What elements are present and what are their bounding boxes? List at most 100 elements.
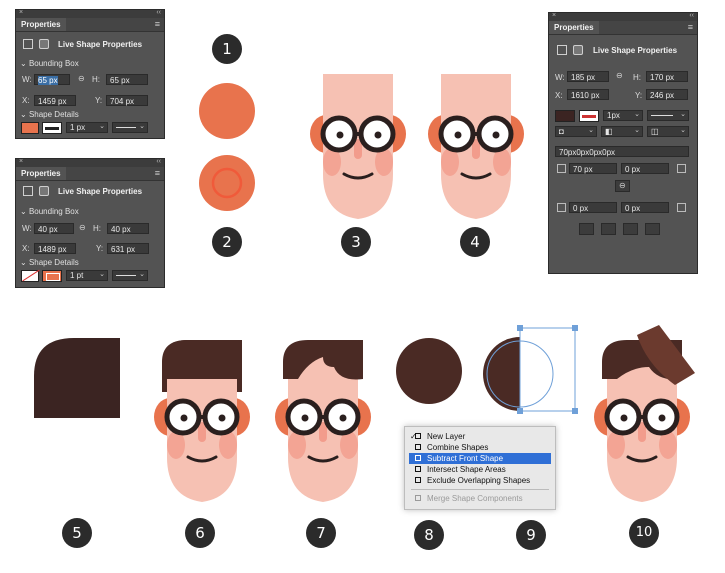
width-field[interactable]: 40 px [34, 223, 74, 234]
panel-menu-icon[interactable]: ≡ [155, 168, 160, 178]
collapse-icon[interactable]: ‹‹ [156, 9, 161, 16]
corner-tl-field[interactable]: 70 px [569, 163, 617, 174]
stroke-width-dropdown[interactable]: 1 px ⌄ [66, 122, 108, 133]
corner-bl-icon[interactable] [557, 203, 566, 212]
stroke-align-dropdown[interactable]: ◘ ⌄ [555, 126, 597, 137]
menu-item-new-layer[interactable]: ✓ New Layer [409, 431, 551, 442]
panel-menu-icon[interactable]: ≡ [688, 22, 693, 32]
x-label: X: [22, 96, 30, 105]
exclude-shapes-button[interactable] [645, 223, 660, 235]
shape-details-section[interactable]: ⌄ Shape Details [20, 110, 79, 119]
subtract-shapes-button[interactable] [601, 223, 616, 235]
chevron-down-icon: ⌄ [99, 123, 105, 130]
h-label: H: [633, 73, 641, 82]
step-badge-8: 8 [414, 520, 444, 550]
panel-heading: Live Shape Properties [593, 46, 678, 55]
chevron-down-icon: ⌄ [588, 127, 594, 134]
stroke-style-dropdown[interactable]: ⌄ [647, 110, 689, 121]
corner-br-icon[interactable] [677, 203, 686, 212]
fill-swatch[interactable] [21, 122, 39, 134]
orange-ring-circle-illustration [199, 155, 255, 211]
step-badge-9: 9 [516, 520, 546, 550]
corner-tl-icon[interactable] [557, 164, 566, 173]
width-field[interactable]: 65 px [34, 74, 70, 85]
transform-icon[interactable] [23, 186, 33, 196]
link-icon[interactable]: ⊖ [78, 74, 85, 83]
shape-details-section[interactable]: ⌄ Shape Details [20, 258, 79, 267]
menu-item-exclude-overlapping-shapes[interactable]: Exclude Overlapping Shapes [409, 475, 551, 486]
intersect-shapes-button[interactable] [623, 223, 638, 235]
link-icon[interactable]: ⊖ [79, 223, 86, 232]
y-label: Y: [96, 244, 104, 253]
chevron-down-icon: ⌄ [634, 127, 640, 134]
stroke-style-dropdown[interactable]: ⌄ [112, 270, 148, 281]
menu-item-combine-shapes[interactable]: Combine Shapes [409, 442, 551, 453]
stroke-width-dropdown[interactable]: 1 pt ⌄ [66, 270, 108, 281]
subtract-icon [415, 455, 421, 461]
transform-icon[interactable] [23, 39, 33, 49]
stroke-width-dropdown[interactable]: 1px ⌄ [603, 110, 643, 121]
stroke-swatch[interactable] [42, 122, 62, 134]
collapse-icon[interactable]: ‹‹ [689, 12, 694, 19]
combine-shapes-button[interactable] [579, 223, 594, 235]
mask-icon[interactable] [573, 45, 583, 55]
face-with-hair-illustration-6 [147, 340, 257, 512]
transform-icon[interactable] [557, 45, 567, 55]
link-corners-button[interactable]: ⊖ [615, 180, 630, 192]
properties-panel-1: × ‹‹ Properties ≡ Live Shape Properties … [15, 9, 165, 139]
step-badge-1: 1 [212, 34, 242, 64]
menu-item-intersect-shape-areas[interactable]: Intersect Shape Areas [409, 464, 551, 475]
fill-swatch-none[interactable] [21, 269, 40, 282]
corner-tr-field[interactable]: 0 px [621, 163, 669, 174]
fill-swatch[interactable] [555, 110, 575, 122]
step-badge-4: 4 [460, 227, 490, 257]
bounding-box-section[interactable]: ⌄ Bounding Box [20, 59, 79, 68]
width-field[interactable]: 185 px [567, 71, 609, 82]
tab-properties[interactable]: Properties [549, 21, 599, 34]
h-label: H: [92, 75, 100, 84]
combine-icon [415, 444, 421, 450]
y-field[interactable]: 704 px [106, 95, 148, 106]
corner-tr-icon[interactable] [677, 164, 686, 173]
chevron-down-icon: ⌄ [139, 271, 145, 278]
chevron-down-icon: ⌄ [680, 127, 686, 134]
mask-icon[interactable] [39, 39, 49, 49]
stroke-corners-dropdown[interactable]: ◫ ⌄ [647, 126, 689, 137]
y-field[interactable]: 631 px [107, 243, 149, 254]
close-icon[interactable]: × [19, 158, 23, 165]
w-label: W: [22, 75, 32, 84]
link-icon[interactable]: ⊖ [616, 71, 623, 80]
height-field[interactable]: 40 px [107, 223, 149, 234]
height-field[interactable]: 170 px [646, 71, 688, 82]
mask-icon[interactable] [39, 186, 49, 196]
step-badge-6: 6 [185, 518, 215, 548]
height-field[interactable]: 65 px [106, 74, 148, 85]
stroke-style-dropdown[interactable]: ⌄ [112, 122, 148, 133]
x-label: X: [22, 244, 30, 253]
w-label: W: [555, 73, 565, 82]
close-icon[interactable]: × [19, 9, 23, 16]
tab-properties[interactable]: Properties [16, 167, 66, 180]
close-icon[interactable]: × [552, 12, 556, 19]
panel-menu-icon[interactable]: ≡ [155, 19, 160, 29]
corner-radius-field[interactable]: 70px0px0px0px [555, 146, 689, 157]
stroke-swatch[interactable] [579, 110, 599, 122]
x-field[interactable]: 1610 px [567, 89, 609, 100]
step-badge-7: 7 [306, 518, 336, 548]
corner-br-field[interactable]: 0 px [621, 202, 669, 213]
stroke-swatch[interactable] [42, 270, 62, 282]
chevron-down-icon: ⌄ [680, 111, 686, 118]
corner-bl-field[interactable]: 0 px [569, 202, 617, 213]
stroke-caps-dropdown[interactable]: ◧ ⌄ [601, 126, 643, 137]
h-label: H: [93, 224, 101, 233]
w-label: W: [22, 224, 32, 233]
y-field[interactable]: 246 px [646, 89, 688, 100]
orange-circle-illustration [199, 83, 255, 139]
bounding-box-section[interactable]: ⌄ Bounding Box [20, 207, 79, 216]
properties-panel-2: × ‹‹ Properties ≡ Live Shape Properties … [15, 158, 165, 288]
collapse-icon[interactable]: ‹‹ [156, 158, 161, 165]
tab-properties[interactable]: Properties [16, 18, 66, 31]
x-field[interactable]: 1489 px [34, 243, 76, 254]
menu-item-subtract-front-shape[interactable]: Subtract Front Shape [409, 453, 551, 464]
x-field[interactable]: 1459 px [34, 95, 76, 106]
